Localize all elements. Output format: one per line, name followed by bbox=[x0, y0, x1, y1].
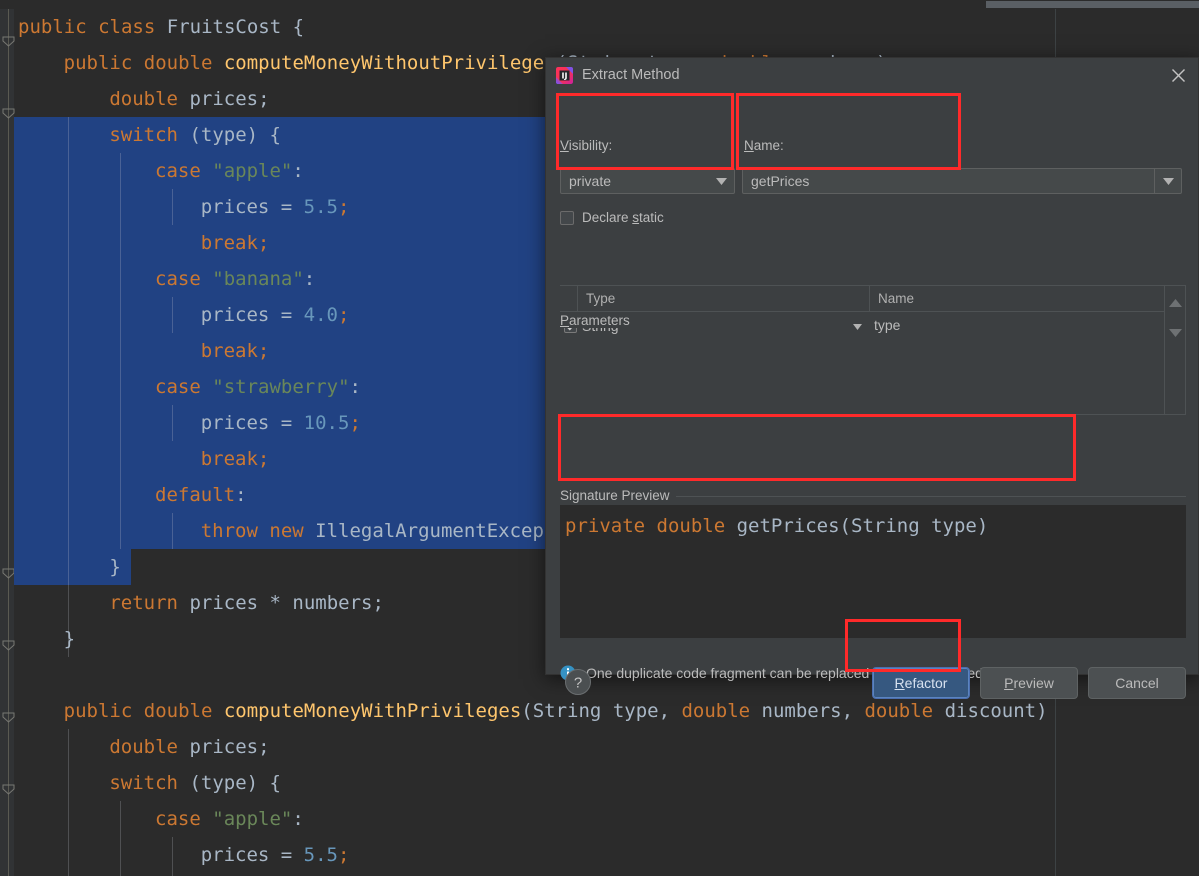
code-line: double prices; bbox=[109, 736, 270, 758]
help-button[interactable]: ? bbox=[564, 668, 592, 701]
chevron-down-icon[interactable] bbox=[853, 317, 862, 335]
code-line: switch (type) { bbox=[109, 124, 281, 146]
cancel-button[interactable]: Cancel bbox=[1088, 667, 1186, 699]
parameters-group-label: Parameters bbox=[560, 313, 636, 328]
svg-text:?: ? bbox=[574, 675, 582, 692]
code-line: prices = 5.5; bbox=[200, 844, 350, 866]
code-line: break; bbox=[200, 448, 270, 470]
move-down-icon[interactable] bbox=[1165, 322, 1185, 344]
name-label: Name: bbox=[744, 138, 784, 153]
code-line: prices = 5.5; bbox=[200, 196, 350, 218]
code-line: case "banana": bbox=[155, 268, 316, 290]
editor-horizontal-scrollbar-thumb[interactable] bbox=[986, 1, 1199, 8]
close-icon[interactable] bbox=[1166, 63, 1190, 87]
checkbox-box bbox=[560, 210, 574, 225]
code-line: case "strawberry": bbox=[155, 376, 361, 398]
code-line: } bbox=[109, 556, 121, 578]
dialog-button-row: Refactor Preview Cancel bbox=[872, 667, 1186, 699]
row-cell-name[interactable]: type bbox=[870, 317, 900, 335]
extract-method-dialog[interactable]: IJ Extract Method Visibility: private Na… bbox=[545, 57, 1199, 699]
signature-preview-box: private double getPrices(String type) bbox=[560, 505, 1186, 638]
code-line: public class FruitsCost { bbox=[18, 16, 305, 38]
code-line: switch (type) { bbox=[109, 772, 281, 794]
editor-horizontal-scrollbar-track[interactable] bbox=[0, 0, 1199, 9]
code-line: prices = 10.5; bbox=[200, 412, 361, 434]
code-line: break; bbox=[200, 340, 270, 362]
editor-gutter[interactable] bbox=[0, 9, 14, 876]
declare-static-checkbox[interactable]: Declare static bbox=[560, 210, 664, 225]
code-line: double prices; bbox=[109, 88, 270, 110]
code-line: return prices * numbers; bbox=[109, 592, 384, 614]
code-line: default: bbox=[155, 484, 247, 506]
name-input[interactable] bbox=[743, 168, 1154, 194]
preview-button[interactable]: Preview bbox=[980, 667, 1078, 699]
move-up-icon[interactable] bbox=[1165, 292, 1185, 314]
name-combobox[interactable] bbox=[742, 168, 1182, 194]
table-row[interactable]: String type bbox=[560, 312, 1164, 340]
declare-static-label: Declare static bbox=[582, 210, 664, 225]
intellij-idea-icon: IJ bbox=[556, 66, 573, 84]
code-line: } bbox=[63, 628, 76, 650]
header-cell-type[interactable]: Type bbox=[578, 286, 870, 311]
header-cell-name[interactable]: Name bbox=[870, 286, 1164, 311]
dialog-title: Extract Method bbox=[582, 67, 680, 83]
signature-preview-text: private double getPrices(String type) bbox=[565, 515, 989, 537]
chevron-down-icon[interactable] bbox=[1154, 169, 1181, 193]
chevron-down-icon bbox=[708, 177, 734, 185]
svg-text:IJ: IJ bbox=[562, 71, 568, 80]
gutter-divider-line bbox=[8, 9, 9, 876]
header-cell-spacer bbox=[560, 286, 578, 311]
row-name-value: type bbox=[874, 317, 901, 333]
code-line: prices = 4.0; bbox=[200, 304, 350, 326]
visibility-dropdown[interactable]: private bbox=[560, 168, 735, 194]
code-line: break; bbox=[200, 232, 270, 254]
signature-group-label: Signature Preview bbox=[560, 488, 676, 503]
parameters-table[interactable]: Type Name String type bbox=[560, 286, 1164, 414]
parameters-table-header: Type Name bbox=[560, 286, 1164, 312]
dialog-titlebar[interactable]: IJ Extract Method bbox=[546, 58, 1198, 92]
parameters-reorder-scrollbar[interactable] bbox=[1164, 286, 1185, 414]
code-line: case "apple": bbox=[155, 160, 304, 182]
refactor-button[interactable]: Refactor bbox=[872, 667, 970, 699]
visibility-label: Visibility: bbox=[560, 138, 613, 153]
code-line: case "apple": bbox=[155, 808, 304, 830]
visibility-value: private bbox=[569, 173, 612, 189]
